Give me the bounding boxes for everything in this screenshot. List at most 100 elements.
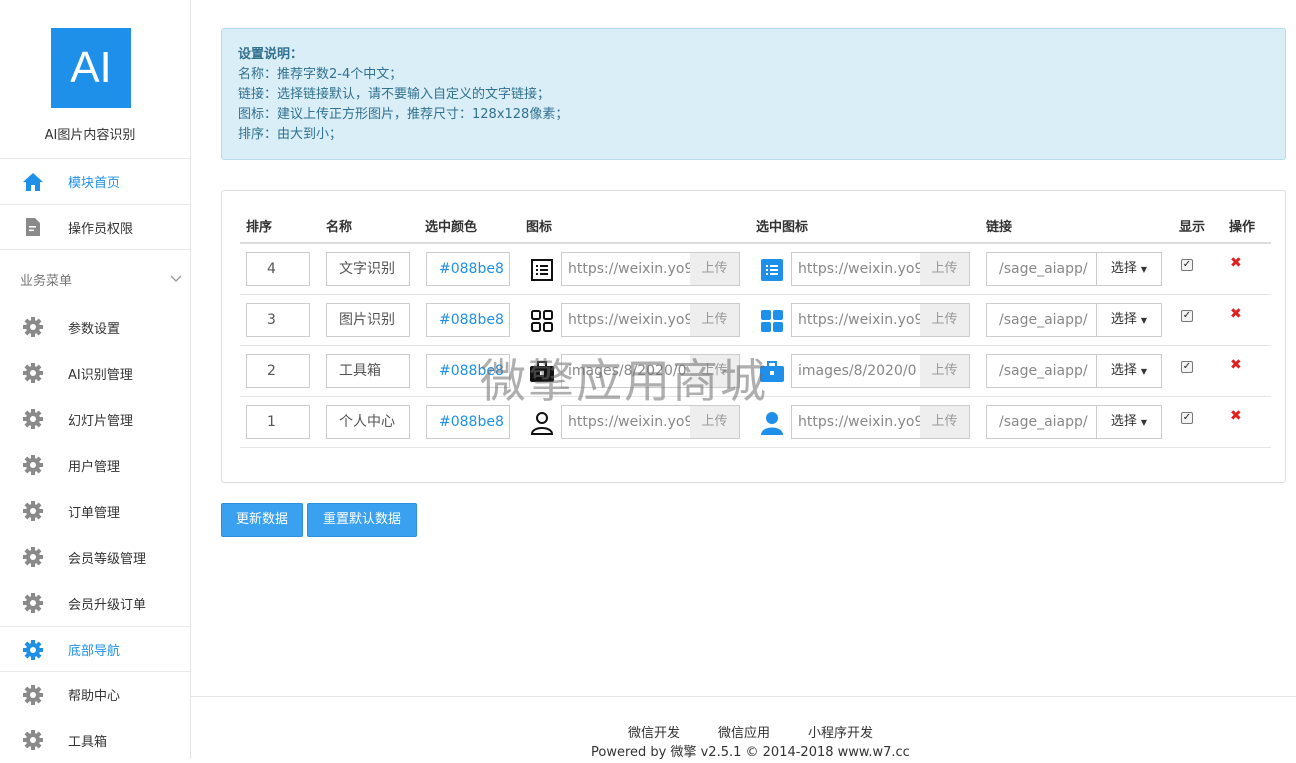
link-input[interactable]: /sage_aiapp/ <box>986 252 1098 286</box>
grid-filled-icon <box>759 308 785 334</box>
link-select-button[interactable]: 选择 ▼ <box>1096 405 1162 439</box>
selected-icon-url-input[interactable]: https://weixin.yo9 <box>791 252 921 286</box>
sidebar-item-label: 底部导航 <box>68 644 121 659</box>
name-input[interactable]: 工具箱 <box>326 354 410 388</box>
delete-icon[interactable]: ✖ <box>1230 255 1242 271</box>
selected-icon-upload-button[interactable]: 上传 <box>920 405 970 439</box>
gear-icon <box>22 639 44 661</box>
caret-down-icon: ▼ <box>1140 418 1148 427</box>
document-edit-icon <box>22 216 44 238</box>
sidebar-item-label: 用户管理 <box>68 459 121 475</box>
selected-icon-upload-button[interactable]: 上传 <box>920 252 970 286</box>
header-order: 排序 <box>246 220 273 235</box>
selected-icon-upload-button[interactable]: 上传 <box>920 354 970 388</box>
sidebar-item-label: AI识别管理 <box>68 367 133 383</box>
watermark: 微擎应用商城 <box>480 354 768 408</box>
selected-icon-url-input[interactable]: https://weixin.yo9 <box>791 405 921 439</box>
gear-icon <box>22 729 44 751</box>
color-input[interactable]: #088be8 <box>426 252 510 286</box>
gear-icon <box>22 500 44 522</box>
reset-default-button[interactable]: 重置默认数据 <box>307 503 417 537</box>
header-selected-icon: 选中图标 <box>756 220 809 235</box>
sidebar-item-operator[interactable]: 操作员权限 <box>0 204 190 250</box>
sidebar-item-label: 帮助中心 <box>68 689 121 704</box>
settings-notice: 设置说明： 名称：推荐字数2-4个中文； 链接：选择链接默认，请不要输入自定义的… <box>221 28 1286 160</box>
link-input[interactable]: /sage_aiapp/ <box>986 405 1098 439</box>
gear-icon <box>22 362 44 384</box>
sidebar-item-ai-manage[interactable]: AI识别管理 <box>0 350 190 396</box>
delete-icon[interactable]: ✖ <box>1230 306 1242 322</box>
icon-upload-button[interactable]: 上传 <box>690 252 740 286</box>
header-link: 链接 <box>986 220 1013 235</box>
show-checkbox[interactable]: ✓ <box>1181 259 1193 271</box>
icon-upload-button[interactable]: 上传 <box>690 303 740 337</box>
notice-line: 排序：由大到小； <box>238 127 343 142</box>
sidebar-group-business[interactable]: 业务菜单 <box>20 270 182 289</box>
footer-link-wechat-dev[interactable]: 微信开发 <box>628 722 680 741</box>
footer-link-miniprogram[interactable]: 小程序开发 <box>808 722 873 741</box>
icon-url-input[interactable]: https://weixin.yo9 <box>561 303 691 337</box>
icon-url-input[interactable]: https://weixin.yo9 <box>561 252 691 286</box>
link-select-button[interactable]: 选择 ▼ <box>1096 303 1162 337</box>
header-action: 操作 <box>1229 220 1256 235</box>
user-filled-icon <box>759 410 785 436</box>
link-select-button[interactable]: 选择 ▼ <box>1096 354 1162 388</box>
show-checkbox[interactable]: ✓ <box>1181 310 1193 322</box>
caret-down-icon: ▼ <box>1140 316 1148 325</box>
notice-line: 图标：建议上传正方形图片，推荐尺寸：128x128像素； <box>238 107 569 122</box>
sidebar-item-label: 操作员权限 <box>68 221 134 237</box>
update-data-button[interactable]: 更新数据 <box>221 503 303 537</box>
show-checkbox[interactable]: ✓ <box>1181 361 1193 373</box>
sidebar-item-toolbox[interactable]: 工具箱 <box>0 717 190 763</box>
color-input[interactable]: #088be8 <box>426 303 510 337</box>
sidebar-item-label: 订单管理 <box>68 505 121 521</box>
group-title-label: 业务菜单 <box>20 274 73 289</box>
selected-icon-url-input[interactable]: images/8/2020/0 <box>791 354 921 388</box>
list-document-icon <box>529 257 555 283</box>
name-input[interactable]: 图片识别 <box>326 303 410 337</box>
selected-icon-upload-button[interactable]: 上传 <box>920 303 970 337</box>
sidebar-item-label: 幻灯片管理 <box>68 413 134 429</box>
gear-icon <box>22 408 44 430</box>
link-select-button[interactable]: 选择 ▼ <box>1096 252 1162 286</box>
sidebar-item-label: 参数设置 <box>68 321 121 337</box>
order-input[interactable]: 3 <box>246 303 310 337</box>
caret-down-icon: ▼ <box>1140 367 1148 376</box>
delete-icon[interactable]: ✖ <box>1230 408 1242 424</box>
sidebar-item-help[interactable]: 帮助中心 <box>0 671 190 717</box>
gear-icon <box>22 592 44 614</box>
nav-table-panel: 排序 名称 选中颜色 图标 选中图标 链接 显示 操作 4 文字识别 #088be8… <box>221 190 1286 483</box>
selected-icon-url-input[interactable]: https://weixin.yo9 <box>791 303 921 337</box>
order-input[interactable]: 1 <box>246 405 310 439</box>
order-input[interactable]: 4 <box>246 252 310 286</box>
sidebar-item-home[interactable]: 模块首页 <box>0 158 190 204</box>
name-input[interactable]: 个人中心 <box>326 405 410 439</box>
caret-down-icon: ▼ <box>1140 265 1148 274</box>
footer-link-wechat-app[interactable]: 微信应用 <box>718 722 770 741</box>
delete-icon[interactable]: ✖ <box>1230 357 1242 373</box>
sidebar-item-bottom-nav[interactable]: 底部导航 <box>0 626 190 672</box>
home-icon <box>22 171 44 193</box>
chevron-down-icon <box>170 272 182 287</box>
show-checkbox[interactable]: ✓ <box>1181 412 1193 424</box>
name-input[interactable]: 文字识别 <box>326 252 410 286</box>
sidebar-item-label: 模块首页 <box>68 176 121 191</box>
sidebar-item-orders[interactable]: 订单管理 <box>0 488 190 534</box>
footer-copyright: Powered by 微擎 v2.5.1 © 2014-2018 www.w7.… <box>591 745 910 760</box>
gear-icon <box>22 316 44 338</box>
sidebar-item-params[interactable]: 参数设置 <box>0 304 190 350</box>
user-icon <box>529 410 555 436</box>
link-input[interactable]: /sage_aiapp/ <box>986 303 1098 337</box>
sidebar-item-member-upgrade[interactable]: 会员升级订单 <box>0 580 190 626</box>
header-name: 名称 <box>326 220 353 235</box>
order-input[interactable]: 2 <box>246 354 310 388</box>
header-color: 选中颜色 <box>425 220 478 235</box>
sidebar-item-users[interactable]: 用户管理 <box>0 442 190 488</box>
sidebar-item-member-level[interactable]: 会员等级管理 <box>0 534 190 580</box>
sidebar-item-slides[interactable]: 幻灯片管理 <box>0 396 190 442</box>
sidebar: AI AI图片内容识别 模块首页 操作员权限 业务菜单 参数设置 AI识别管理 幻灯… <box>0 0 191 758</box>
select-label: 选择 <box>1110 414 1137 429</box>
link-input[interactable]: /sage_aiapp/ <box>986 354 1098 388</box>
gear-icon <box>22 684 44 706</box>
footer-divider <box>191 696 1296 697</box>
